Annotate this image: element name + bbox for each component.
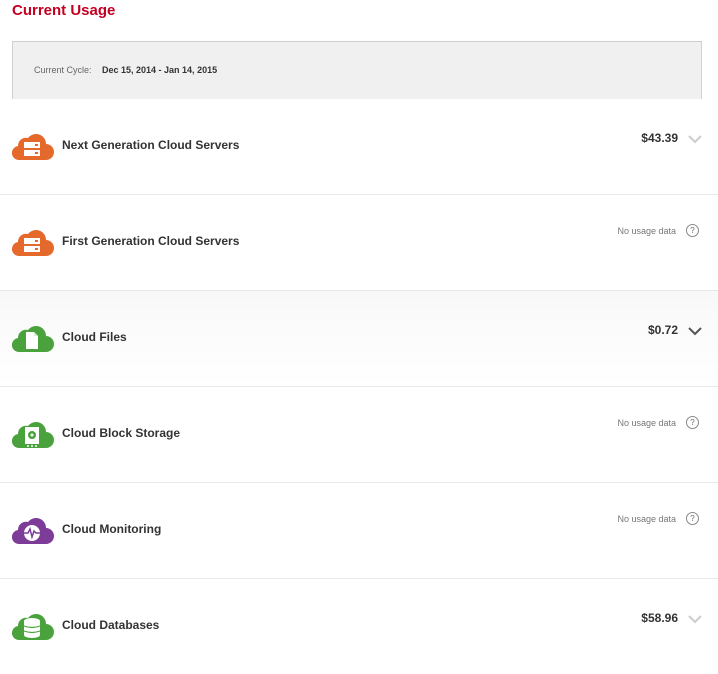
product-amount: $58.96: [641, 611, 678, 625]
product-amount: $0.72: [647, 323, 678, 337]
disk-cloud-icon: [11, 422, 54, 449]
product-name: Cloud Databases: [62, 618, 160, 632]
server-cloud-icon: [11, 230, 54, 257]
product-row-next-gen-servers[interactable]: Next Generation Cloud Servers $43.39: [0, 99, 718, 195]
help-icon[interactable]: ?: [686, 416, 699, 429]
product-row-databases[interactable]: Cloud Databases $58.96: [0, 579, 718, 674]
product-row-first-gen-servers: First Generation Cloud Servers No usage …: [0, 195, 718, 291]
monitor-cloud-icon: [11, 518, 54, 545]
cycle-label: Current Cycle:: [34, 65, 92, 75]
product-list: Next Generation Cloud Servers $43.39 Fir…: [0, 99, 718, 674]
product-name: Cloud Files: [62, 330, 127, 344]
server-cloud-icon: [11, 134, 54, 161]
product-name: Cloud Block Storage: [62, 426, 181, 440]
product-name: Next Generation Cloud Servers: [62, 138, 240, 152]
chevron-down-icon[interactable]: [688, 327, 702, 336]
database-cloud-icon: [11, 614, 54, 641]
product-row-block-storage: Cloud Block Storage No usage data ?: [0, 387, 718, 483]
current-cycle-box: Current Cycle: Dec 15, 2014 - Jan 14, 20…: [12, 41, 702, 100]
cycle-value: Dec 15, 2014 - Jan 14, 2015: [102, 65, 218, 75]
product-row-monitoring: Cloud Monitoring No usage data ?: [0, 483, 718, 579]
file-cloud-icon: [11, 326, 54, 353]
no-usage-text: No usage data: [617, 418, 676, 428]
product-name: Cloud Monitoring: [62, 522, 162, 536]
no-usage-text: No usage data: [617, 514, 676, 524]
no-usage-text: No usage data: [617, 226, 676, 236]
help-icon[interactable]: ?: [686, 224, 699, 237]
chevron-down-icon[interactable]: [688, 615, 702, 624]
help-icon[interactable]: ?: [686, 512, 699, 525]
chevron-down-icon[interactable]: [688, 135, 702, 144]
product-amount: $43.39: [641, 131, 678, 145]
product-row-cloud-files[interactable]: Cloud Files $0.72: [0, 291, 718, 387]
product-name: First Generation Cloud Servers: [62, 234, 240, 248]
page-title: Current Usage: [12, 2, 116, 19]
